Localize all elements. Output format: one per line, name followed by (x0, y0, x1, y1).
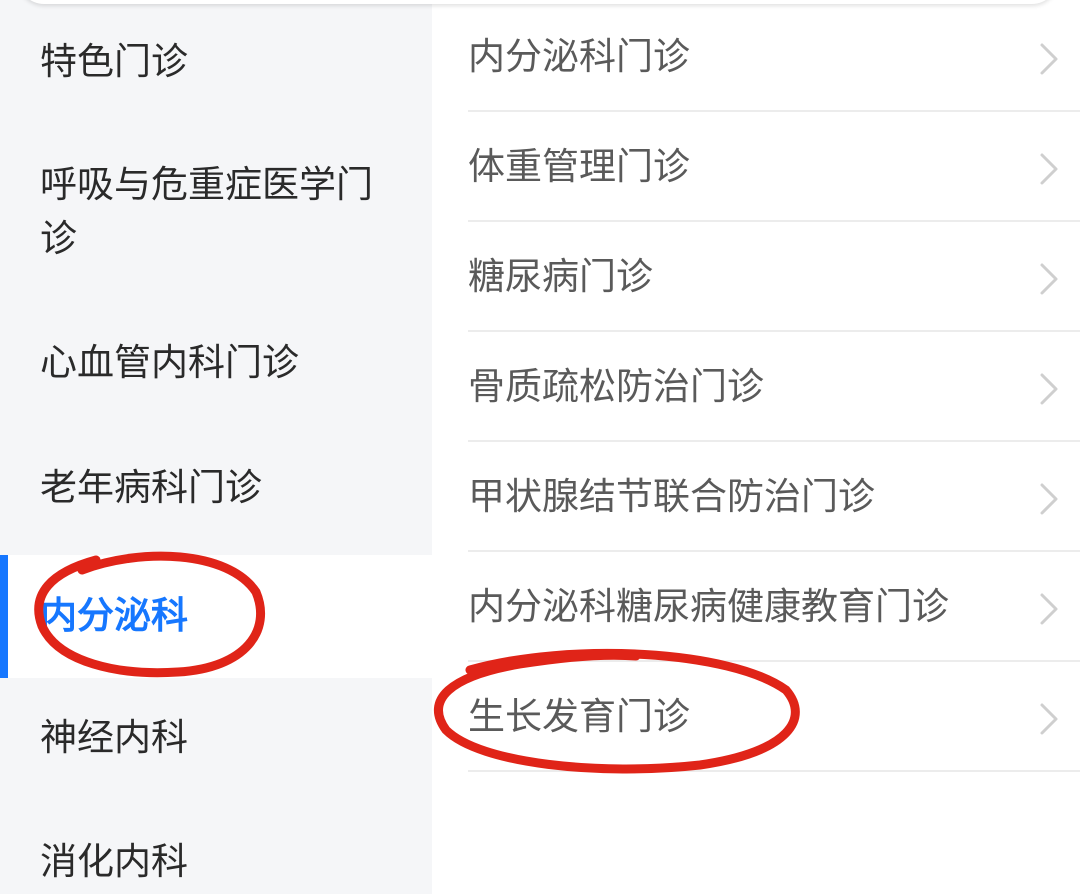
sidebar-item-label: 呼吸与危重症医学门诊 (40, 163, 373, 260)
clinic-label: 生长发育门诊 (468, 695, 690, 738)
clinic-row-weight[interactable]: 体重管理门诊 (468, 112, 1080, 222)
clinic-row-thyroid-nodule[interactable]: 甲状腺结节联合防治门诊 (468, 442, 1080, 552)
sidebar-item-label: 心血管内科门诊 (40, 341, 299, 384)
clinic-row-diabetes[interactable]: 糖尿病门诊 (468, 222, 1080, 332)
sidebar-item-label: 内分泌科 (40, 594, 188, 637)
sidebar-item-special-clinic[interactable]: 特色门诊 (0, 35, 432, 89)
clinic-label: 糖尿病门诊 (468, 255, 653, 298)
clinic-row-endocrine[interactable]: 内分泌科门诊 (468, 2, 1080, 112)
sidebar-item-respiratory[interactable]: 呼吸与危重症医学门诊 (0, 158, 432, 266)
clinic-row-diabetes-education[interactable]: 内分泌科糖尿病健康教育门诊 (468, 552, 1080, 662)
sidebar-item-label: 特色门诊 (40, 40, 188, 83)
chevron-right-icon (1040, 43, 1058, 75)
sidebar-item-endocrinology[interactable]: 内分泌科 (0, 555, 432, 678)
chevron-right-icon (1040, 703, 1058, 735)
clinic-row-growth-development[interactable]: 生长发育门诊 (468, 662, 1080, 772)
sidebar-item-gastroenterology[interactable]: 消化内科 (0, 835, 432, 889)
clinic-label: 骨质疏松防治门诊 (468, 365, 764, 408)
clinic-selection-screen: 特色门诊 呼吸与危重症医学门诊 心血管内科门诊 老年病科门诊 内分泌科 神经内科… (0, 0, 1080, 894)
department-sidebar: 特色门诊 呼吸与危重症医学门诊 心血管内科门诊 老年病科门诊 内分泌科 神经内科… (0, 0, 432, 894)
sidebar-item-neurology[interactable]: 神经内科 (0, 711, 432, 765)
chevron-right-icon (1040, 593, 1058, 625)
sidebar-item-label: 老年病科门诊 (40, 466, 262, 509)
active-indicator (0, 555, 8, 678)
clinic-label: 甲状腺结节联合防治门诊 (468, 475, 875, 518)
clinic-label: 内分泌科糖尿病健康教育门诊 (468, 585, 949, 628)
sidebar-item-cardiology[interactable]: 心血管内科门诊 (0, 336, 432, 390)
clinic-list: 内分泌科门诊 体重管理门诊 糖尿病门诊 骨质疏松防治门诊 甲状腺结节联合防治门诊… (432, 0, 1080, 894)
top-card-edge (18, 0, 1058, 4)
clinic-label: 内分泌科门诊 (468, 35, 690, 78)
clinic-label: 体重管理门诊 (468, 145, 690, 188)
chevron-right-icon (1040, 263, 1058, 295)
chevron-right-icon (1040, 153, 1058, 185)
sidebar-item-label: 神经内科 (40, 716, 188, 759)
sidebar-item-label: 消化内科 (40, 840, 188, 883)
sidebar-item-geriatrics[interactable]: 老年病科门诊 (0, 461, 432, 515)
chevron-right-icon (1040, 483, 1058, 515)
chevron-right-icon (1040, 373, 1058, 405)
clinic-row-osteoporosis[interactable]: 骨质疏松防治门诊 (468, 332, 1080, 442)
